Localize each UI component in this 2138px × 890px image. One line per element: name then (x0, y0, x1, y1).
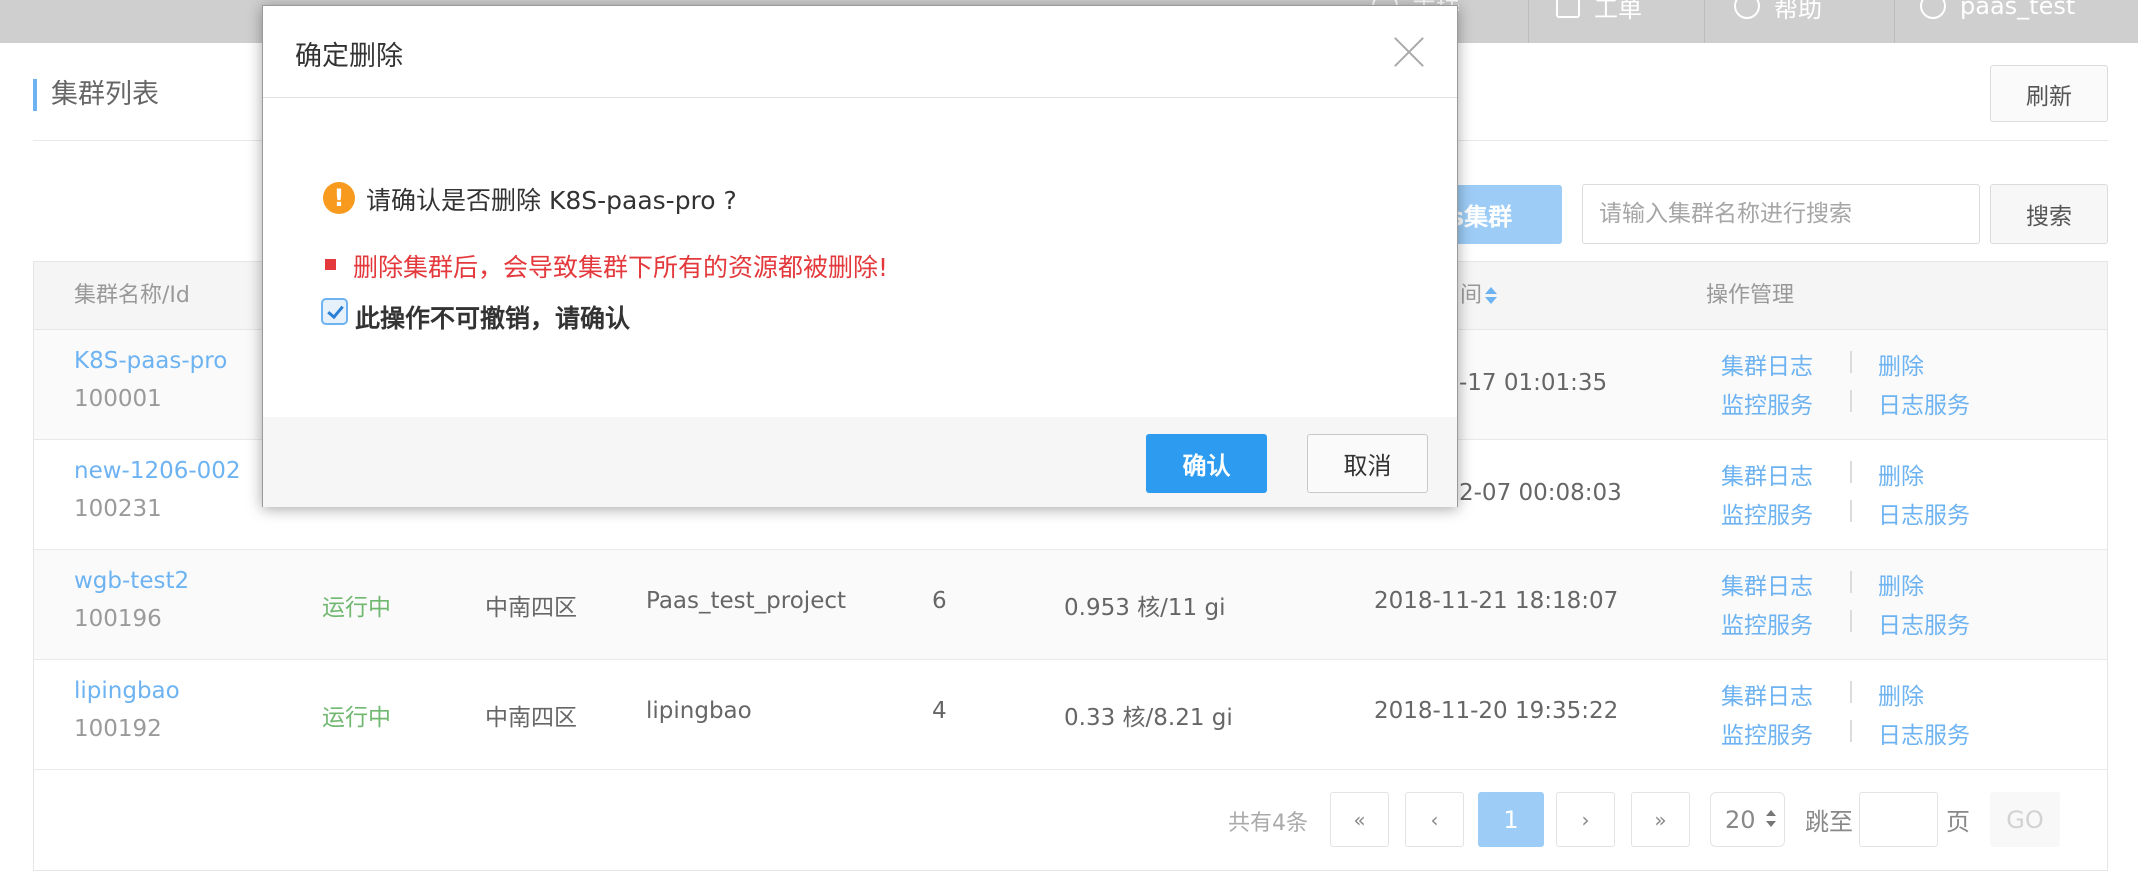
sort-icon[interactable] (1484, 286, 1498, 306)
confirm-checkbox-label[interactable]: 此操作不可撤销，请确认 (355, 299, 630, 335)
bullet-icon (325, 259, 336, 270)
delete-link[interactable]: 删除 (1878, 677, 1924, 711)
ticket-icon (1556, 0, 1580, 18)
confirm-message: 请确认是否删除 K8S-paas-pro ? (366, 186, 737, 215)
cluster-id: 100231 (74, 496, 162, 522)
cluster-project: Paas_test_project (646, 588, 847, 614)
delete-link[interactable]: 删除 (1878, 347, 1924, 381)
op-divider (1850, 571, 1852, 593)
user-circle-icon (1920, 0, 1946, 19)
table-row: lipingbao 100192 运行中 中南四区 lipingbao 4 0.… (34, 660, 2107, 770)
topnav-user[interactable]: paas_test (1920, 0, 2075, 26)
cluster-project: lipingbao (646, 698, 752, 724)
status-badge: 运行中 (322, 705, 391, 731)
cancel-button[interactable]: 取消 (1307, 434, 1428, 493)
cluster-created-time: 2018-11-20 19:35:22 (1374, 698, 1619, 724)
cluster-created-time: 2-07 00:08:03 (1459, 480, 1622, 506)
cluster-name-link[interactable]: K8S-paas-pro (74, 348, 227, 374)
page-unit-label: 页 (1946, 808, 1970, 836)
delete-link[interactable]: 删除 (1878, 567, 1924, 601)
status-badge: 运行中 (322, 595, 391, 621)
cluster-id: 100001 (74, 386, 162, 412)
op-divider (1850, 390, 1852, 412)
cluster-name-link[interactable]: lipingbao (74, 678, 180, 704)
cluster-logs-link[interactable]: 集群日志 (1721, 567, 1813, 601)
topnav-divider (1704, 0, 1705, 43)
cluster-node-count: 4 (932, 698, 947, 724)
first-page-button[interactable]: « (1330, 792, 1389, 847)
monitor-service-link[interactable]: 监控服务 (1721, 386, 1813, 420)
last-page-button[interactable]: » (1631, 792, 1690, 847)
op-divider (1850, 351, 1852, 373)
monitor-service-link[interactable]: 监控服务 (1721, 606, 1813, 640)
topnav-user-label: paas_test (1960, 0, 2076, 20)
column-header-name: 集群名称/Id (74, 283, 190, 308)
page-size-select[interactable]: 20 (1710, 792, 1785, 847)
monitor-service-link[interactable]: 监控服务 (1721, 496, 1813, 530)
dialog-title: 确定删除 (295, 41, 403, 72)
cluster-name-link[interactable]: wgb-test2 (74, 568, 189, 594)
go-button[interactable]: GO (1990, 792, 2060, 847)
column-header-time-label: 间 (1460, 283, 1483, 308)
cluster-region: 中南四区 (485, 705, 577, 731)
cluster-resources: 0.953 核/11 gi (1064, 595, 1226, 621)
search-input[interactable] (1582, 184, 1980, 244)
topnav-help-label: 帮助 (1774, 0, 1822, 23)
page-title: 集群列表 (33, 79, 159, 111)
select-arrows-icon (1766, 810, 1776, 832)
confirm-button[interactable]: 确认 (1146, 434, 1267, 493)
log-service-link[interactable]: 日志服务 (1878, 386, 1970, 420)
log-service-link[interactable]: 日志服务 (1878, 716, 1970, 750)
topnav-divider (1894, 0, 1895, 43)
cluster-logs-link[interactable]: 集群日志 (1721, 677, 1813, 711)
cluster-resources: 0.33 核/8.21 gi (1064, 705, 1233, 731)
search-button[interactable]: 搜索 (1990, 184, 2108, 244)
cluster-id: 100196 (74, 606, 162, 632)
topnav-divider (1528, 0, 1529, 43)
column-header-ops: 操作管理 (1706, 283, 1795, 308)
confirm-checkbox[interactable] (321, 298, 348, 325)
pagination-total: 共有4条 (1228, 811, 1308, 836)
cluster-logs-link[interactable]: 集群日志 (1721, 347, 1813, 381)
topnav-help[interactable]: 帮助 (1734, 0, 1822, 26)
jump-page-input[interactable] (1859, 792, 1938, 847)
cluster-name-link[interactable]: new-1206-002 (74, 458, 241, 484)
log-service-link[interactable]: 日志服务 (1878, 606, 1970, 640)
warning-icon: ! (323, 182, 355, 214)
dialog-footer: 确认 取消 (263, 417, 1457, 507)
cluster-logs-link[interactable]: 集群日志 (1721, 457, 1813, 491)
page-size-value: 20 (1725, 805, 1756, 834)
jump-to-label: 跳至 (1805, 808, 1853, 836)
next-page-button[interactable]: › (1556, 792, 1615, 847)
log-service-link[interactable]: 日志服务 (1878, 496, 1970, 530)
topnav-ticket[interactable]: 工单 (1556, 0, 1642, 26)
table-row: wgb-test2 100196 运行中 中南四区 Paas_test_proj… (34, 550, 2107, 660)
cluster-region: 中南四区 (485, 595, 577, 621)
cluster-list-page: 支持 工单 帮助 paas_test 集群列表 刷新 s集群 搜索 集群名称/I… (0, 0, 2138, 890)
column-header-time[interactable]: 间 (1460, 262, 1498, 330)
op-divider (1850, 720, 1852, 742)
prev-page-button[interactable]: ‹ (1405, 792, 1464, 847)
cluster-id: 100192 (74, 716, 162, 742)
info-circle-icon (1734, 0, 1760, 19)
cluster-created-time: 2018-11-21 18:18:07 (1374, 588, 1619, 614)
close-icon[interactable] (1389, 32, 1429, 72)
refresh-button[interactable]: 刷新 (1990, 65, 2108, 122)
topnav-ticket-label: 工单 (1594, 0, 1642, 23)
op-divider (1850, 610, 1852, 632)
warning-message: 删除集群后，会导致集群下所有的资源都被删除! (353, 253, 889, 282)
op-divider (1850, 461, 1852, 483)
cluster-node-count: 6 (932, 588, 947, 614)
cluster-created-time: -17 01:01:35 (1459, 370, 1608, 396)
delete-confirm-dialog: 确定删除 ! 请确认是否删除 K8S-paas-pro ? 删除集群后，会导致集… (262, 5, 1458, 507)
delete-link[interactable]: 删除 (1878, 457, 1924, 491)
op-divider (1850, 500, 1852, 522)
monitor-service-link[interactable]: 监控服务 (1721, 716, 1813, 750)
page-1-button[interactable]: 1 (1478, 792, 1544, 847)
dialog-header: 确定删除 (263, 6, 1457, 98)
op-divider (1850, 681, 1852, 703)
